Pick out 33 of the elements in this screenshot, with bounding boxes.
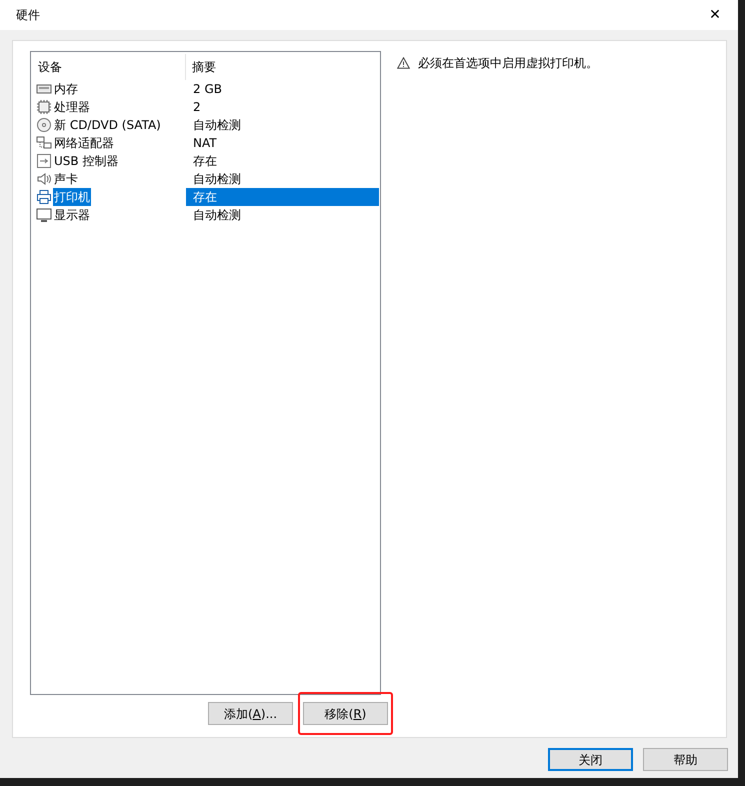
device-name[interactable]: 声卡 [53, 170, 79, 188]
column-header[interactable]: 设备 [38, 58, 62, 76]
device-summary: NAT [192, 135, 217, 152]
window-title: 硬件 [16, 7, 40, 24]
warning-message: 必须在首选项中启用虚拟打印机。 [418, 55, 598, 72]
chip-icon [36, 99, 52, 115]
device-summary: 2 [192, 99, 201, 116]
warning-icon [397, 57, 410, 69]
device-name[interactable]: 打印机 [53, 188, 91, 206]
device-name[interactable]: 处理器 [53, 98, 91, 116]
list-button[interactable]: 添加(A)... [208, 702, 293, 725]
device-summary: 存在 [192, 153, 217, 170]
device-summary: 存在 [186, 188, 379, 206]
network-icon [36, 135, 52, 151]
device-summary: 2 GB [192, 81, 222, 98]
device-name[interactable]: 新 CD/DVD (SATA) [53, 116, 162, 134]
list-button[interactable]: 移除(R) [303, 702, 388, 725]
dialog-button[interactable]: 关闭 [548, 748, 633, 771]
disc-icon [36, 117, 52, 133]
device-name[interactable]: 网络适配器 [53, 134, 115, 152]
close-button[interactable]: ✕ [692, 0, 738, 30]
device-name[interactable]: 显示器 [53, 206, 91, 224]
usb-icon [36, 153, 52, 169]
speaker-icon [36, 171, 52, 187]
dialog-button[interactable]: 帮助 [643, 748, 728, 771]
printer-icon [36, 189, 52, 205]
device-summary: 自动检测 [192, 207, 241, 224]
monitor-icon [36, 207, 52, 223]
device-name[interactable]: 内存 [53, 80, 79, 98]
device-summary: 自动检测 [192, 117, 241, 134]
device-name[interactable]: USB 控制器 [53, 152, 120, 170]
device-summary: 自动检测 [192, 171, 241, 188]
column-header[interactable]: 摘要 [192, 60, 216, 74]
